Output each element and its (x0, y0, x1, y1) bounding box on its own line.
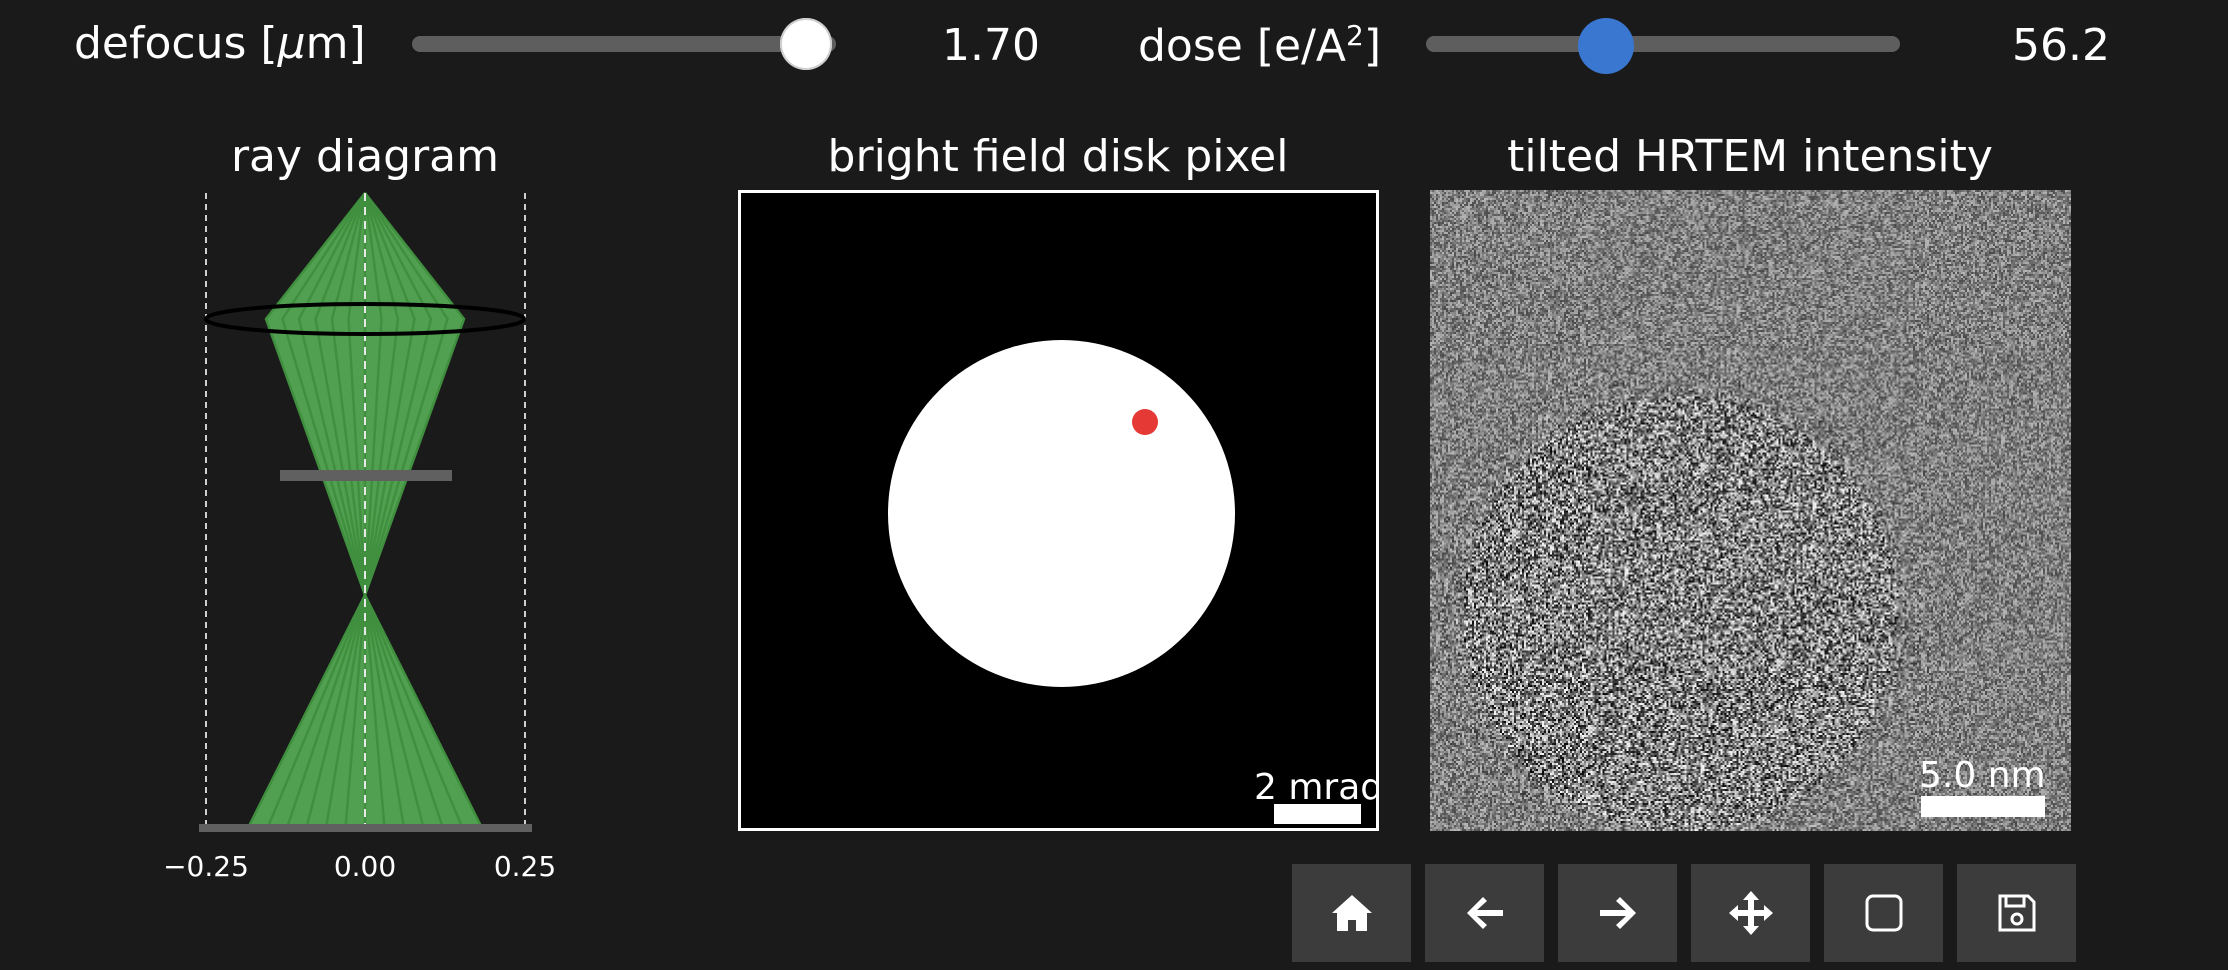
bright-field-scale-bar (1274, 804, 1361, 824)
ray-diagram-title: ray diagram (230, 131, 500, 182)
home-icon (1331, 895, 1372, 931)
ray-diagram-plot[interactable] (195, 185, 540, 835)
hrtem-scale-bar (1921, 796, 2045, 817)
defocus-slider[interactable] (412, 18, 836, 70)
specimen-plane (280, 470, 452, 481)
defocus-label: defocus [μm] (74, 18, 366, 69)
dose-label: dose [e/A2] (1138, 19, 1381, 72)
arrow-right-icon (1599, 897, 1636, 929)
viewer-app: defocus [μm] 1.70 dose [e/A2] 56.2 ray d… (0, 0, 2228, 970)
dose-slider-thumb[interactable] (1578, 18, 1635, 74)
defocus-value: 1.70 (942, 20, 1040, 71)
hrtem-noise-canvas (1430, 190, 2071, 831)
bright-field-title: bright field disk pixel (827, 131, 1289, 182)
dose-value: 56.2 (2012, 20, 2110, 71)
defocus-slider-thumb[interactable] (780, 18, 833, 70)
hrtem-image[interactable]: 5.0 nm (1430, 190, 2071, 831)
dose-slider[interactable] (1426, 18, 1900, 74)
pan-button[interactable] (1691, 864, 1810, 962)
tick-label-left: −0.25 (163, 850, 249, 883)
selected-pixel-marker[interactable] (1132, 409, 1158, 435)
detector-plane (199, 824, 532, 832)
arrow-left-icon (1466, 897, 1503, 929)
tick-label-center: 0.00 (333, 850, 397, 883)
navigation-toolbar (1292, 864, 2076, 962)
move-icon (1728, 891, 1773, 935)
bright-field-image[interactable]: 2 mrad (738, 190, 1379, 831)
defocus-slider-track[interactable] (412, 36, 836, 52)
hrtem-scale-label: 5.0 nm (1919, 755, 2046, 796)
bright-field-scale-label: 2 mrad (1254, 767, 1379, 808)
back-button[interactable] (1425, 864, 1544, 962)
dose-slider-track[interactable] (1426, 36, 1900, 52)
dose-superscript: 2 (1346, 19, 1364, 52)
zoom-button[interactable] (1824, 864, 1943, 962)
home-button[interactable] (1292, 864, 1411, 962)
tick-label-right: 0.25 (493, 850, 557, 883)
save-button[interactable] (1957, 864, 2076, 962)
mu-symbol: μ (277, 18, 306, 69)
save-icon (1998, 894, 2035, 932)
zoom-rect-icon (1865, 894, 1902, 932)
hrtem-title: tilted HRTEM intensity (1507, 131, 1993, 182)
bright-field-disk (888, 340, 1235, 687)
forward-button[interactable] (1558, 864, 1677, 962)
